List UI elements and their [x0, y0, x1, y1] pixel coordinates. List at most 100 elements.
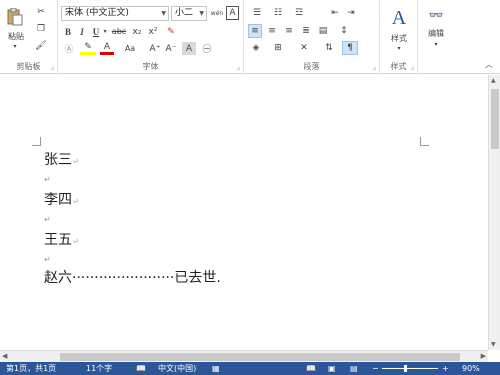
bullets-icon[interactable]: ☰ [248, 6, 266, 20]
line-2-text: 李四 [44, 192, 72, 208]
document-line-4[interactable]: 赵六·······················已去世. [44, 267, 221, 287]
empty-paragraph-mark: ↵ [44, 255, 51, 264]
paragraph-launcher-icon[interactable]: ⌟ [373, 63, 376, 71]
empty-paragraph-mark: ↵ [44, 175, 51, 184]
sort-icon[interactable]: ⇅ [322, 41, 336, 55]
font-color-icon[interactable]: A [100, 42, 114, 55]
styles-icon[interactable]: A [389, 6, 409, 30]
font-size-select[interactable]: 小二 ▼ [171, 6, 207, 21]
macro-record-icon[interactable]: ▦ [212, 362, 220, 375]
format-painter-icon[interactable]: 🖌 [34, 39, 48, 53]
proofing-icon[interactable]: 📖 [136, 362, 146, 375]
document-line-3[interactable]: 王五↵ [44, 229, 79, 249]
subscript-button[interactable]: x₂ [130, 25, 144, 38]
styles-dropdown-icon[interactable]: ▾ [394, 44, 404, 52]
chevron-down-icon: ▼ [161, 10, 166, 17]
horizontal-scroll-thumb[interactable] [60, 353, 460, 361]
strikethrough-button[interactable]: abc [110, 25, 128, 38]
vertical-scroll-thumb[interactable] [491, 89, 499, 149]
borders-icon[interactable]: ⊞ [270, 41, 286, 55]
superscript-button[interactable]: x² [146, 25, 160, 38]
ribbon: 粘贴 ▾ ✂ ❐ 🖌 剪贴板 ⌟ 宋体 (中文正文) ▼ 小二 ▼ wén A … [0, 0, 500, 74]
styles-button-label[interactable]: 样式 [384, 33, 414, 43]
paste-button[interactable] [4, 4, 26, 30]
document-line-1[interactable]: 张三↵ [44, 149, 79, 169]
paste-dropdown-icon[interactable]: ▾ [10, 42, 20, 50]
font-group-label: 字体 [142, 62, 159, 71]
show-formatting-marks-icon[interactable]: ¶ [342, 41, 358, 55]
bold-button[interactable]: B [62, 25, 74, 38]
clipboard-launcher-icon[interactable]: ⌟ [51, 63, 54, 71]
distributed-icon[interactable]: ▤ [316, 24, 330, 38]
multilevel-list-icon[interactable]: ☲ [290, 6, 308, 20]
font-launcher-icon[interactable]: ⌟ [237, 63, 240, 71]
decrease-indent-icon[interactable]: ⇤ [328, 6, 342, 20]
cut-icon[interactable]: ✂ [34, 5, 48, 19]
print-layout-icon[interactable]: ▣ [328, 362, 336, 375]
zoom-in-icon[interactable]: + [442, 362, 449, 375]
align-center-icon[interactable]: ≡ [265, 24, 279, 38]
editing-dropdown-icon[interactable]: ▾ [431, 40, 441, 48]
status-bar: 第1页，共1页 11个字 📖 中文(中国) ▦ 📖 ▣ ▤ − + 90% [0, 362, 500, 375]
zoom-slider-thumb[interactable] [404, 365, 407, 372]
underline-button[interactable]: U [90, 25, 102, 38]
line-spacing-icon[interactable]: ↕ [336, 24, 352, 38]
character-border-button[interactable]: A [226, 6, 239, 20]
grow-font-button[interactable]: A⁺ [148, 42, 162, 55]
word-count[interactable]: 11个字 [86, 362, 112, 375]
increase-indent-icon[interactable]: ⇥ [344, 6, 358, 20]
document-line-2[interactable]: 李四↵ [44, 189, 79, 209]
clipboard-group: 粘贴 ▾ ✂ ❐ 🖌 剪贴板 ⌟ [0, 0, 58, 74]
justify-icon[interactable]: ≣ [299, 24, 313, 38]
scroll-up-icon[interactable]: ▲ [491, 77, 496, 84]
paste-label: 粘贴 [8, 31, 24, 41]
margin-corner-top-left [32, 137, 41, 146]
paragraph-mark: ↵ [72, 237, 79, 246]
page-count[interactable]: 第1页，共1页 [6, 362, 56, 375]
copy-icon[interactable]: ❐ [34, 22, 48, 36]
highlight-color-icon[interactable]: ✎ [80, 42, 96, 55]
character-shading-icon[interactable]: A [182, 42, 196, 55]
scroll-right-icon[interactable]: ▶ [481, 352, 486, 360]
paragraph-group: ☰ ☷ ☲ ⇤ ⇥ ≡ ≡ ≡ ≣ ▤ ↕ ◈ ⊞ ✕ ⇅ ¶ 段落 ⌟ [244, 0, 380, 74]
align-right-icon[interactable]: ≡ [282, 24, 296, 38]
styles-launcher-icon[interactable]: ⌟ [411, 63, 414, 71]
binoculars-icon[interactable]: 👓 [428, 6, 444, 24]
chinese-layout-icon[interactable]: ✕ [296, 41, 312, 55]
font-name-value: 宋体 (中文正文) [65, 8, 129, 18]
margin-corner-top-right [420, 137, 429, 146]
font-group: 宋体 (中文正文) ▼ 小二 ▼ wén A B I U ▾ abc x₂ x²… [58, 0, 244, 74]
horizontal-scrollbar[interactable]: ◀ ▶ [0, 350, 488, 362]
empty-paragraph-mark: ↵ [44, 215, 51, 224]
clear-formatting-icon[interactable]: ✎ [164, 25, 178, 38]
language-indicator[interactable]: 中文(中国) [158, 362, 196, 375]
scroll-down-icon[interactable]: ▼ [491, 341, 496, 348]
paragraph-mark: ↵ [72, 157, 79, 166]
zoom-out-icon[interactable]: − [372, 362, 379, 375]
numbering-icon[interactable]: ☷ [269, 6, 287, 20]
zoom-level[interactable]: 90% [462, 362, 480, 375]
vertical-scrollbar[interactable]: ▲ ▼ [488, 75, 500, 350]
line-4-text: 赵六·······················已去世. [44, 270, 221, 286]
paragraph-group-label: 段落 [303, 62, 320, 71]
document-area[interactable]: 张三↵ ↵ 李四↵ ↵ 王五↵ ↵ 赵六····················… [0, 75, 488, 350]
enclose-character-button[interactable]: ㊀ [200, 42, 214, 55]
text-effects-icon[interactable]: Ⓐ [62, 42, 76, 55]
paragraph-mark: ↵ [72, 197, 79, 206]
underline-dropdown-icon[interactable]: ▾ [102, 25, 108, 38]
scroll-left-icon[interactable]: ◀ [2, 352, 7, 360]
shrink-font-button[interactable]: A⁻ [164, 42, 178, 55]
collapse-ribbon-icon[interactable]: ︿ [482, 58, 496, 70]
align-left-icon[interactable]: ≡ [248, 24, 262, 38]
read-mode-icon[interactable]: 📖 [306, 362, 316, 375]
zoom-slider[interactable] [382, 368, 438, 369]
font-name-select[interactable]: 宋体 (中文正文) ▼ [61, 6, 169, 21]
clipboard-group-label: 剪贴板 [16, 62, 41, 71]
italic-button[interactable]: I [76, 25, 88, 38]
editing-button-label[interactable]: 编辑 [422, 28, 450, 38]
web-layout-icon[interactable]: ▤ [350, 362, 358, 375]
line-1-text: 张三 [44, 152, 72, 168]
phonetic-guide-button[interactable]: wén [210, 6, 224, 20]
shading-icon[interactable]: ◈ [248, 41, 264, 55]
change-case-button[interactable]: Aa [120, 42, 140, 55]
